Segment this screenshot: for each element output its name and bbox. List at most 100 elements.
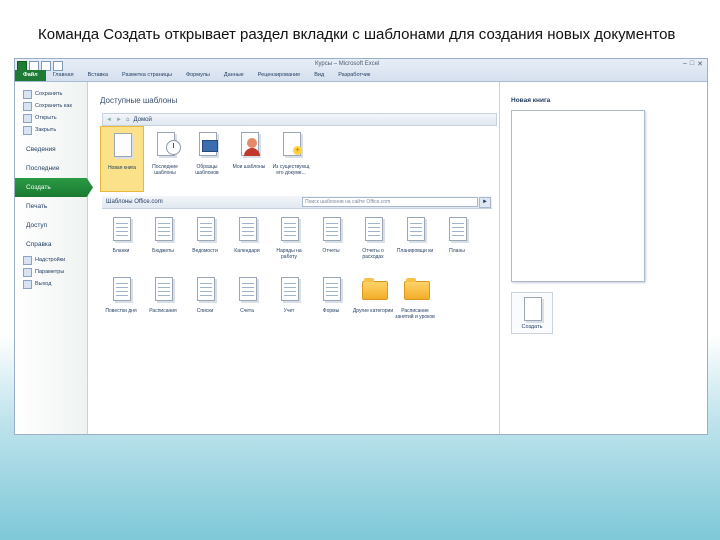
maximize-button[interactable]: □ — [690, 60, 694, 68]
exit-icon — [23, 279, 32, 289]
template-label: Расписание занятий и уроков — [395, 308, 435, 320]
office-template-tile[interactable]: Отчеты о расходах — [352, 215, 394, 271]
template-label: Отчеты о расходах — [362, 248, 384, 260]
office-templates-heading: Шаблоны Office.com — [106, 199, 163, 205]
templates-heading: Доступные шаблоны — [100, 96, 178, 105]
window-controls: – □ ✕ — [683, 60, 703, 68]
nav-save[interactable]: Сохранить — [15, 88, 87, 100]
office-template-tile[interactable]: Списки — [184, 275, 226, 331]
tab-view[interactable]: Вид — [307, 70, 331, 81]
nav-label: Выход — [35, 281, 52, 287]
nav-addins[interactable]: Надстройки — [15, 254, 87, 266]
template-label: Повестки дня — [105, 308, 137, 314]
office-template-tile[interactable]: Наряды на работу — [268, 215, 310, 271]
office-template-tile[interactable]: Расписание занятий и уроков — [394, 275, 436, 331]
office-template-tile[interactable]: Отчеты — [310, 215, 352, 271]
nav-save-as[interactable]: Сохранить как — [15, 100, 87, 112]
title-bar: Курсы – Microsoft Excel – □ ✕ Файл Главн… — [15, 59, 707, 82]
template-from-existing[interactable]: + Из существующ его докуме... — [270, 126, 312, 190]
options-icon — [23, 267, 32, 277]
nav-recent[interactable]: Последние — [15, 159, 87, 178]
forms-icon — [111, 217, 131, 244]
template-navigation-bar: ◄ ► ⌂ Домой — [102, 113, 497, 126]
office-template-tile[interactable]: Другие категории — [352, 275, 394, 331]
accounting-icon — [279, 277, 299, 304]
template-label: Ведомости — [192, 248, 218, 254]
clock-icon — [166, 140, 181, 155]
office-template-tile[interactable]: Бюджеты — [142, 215, 184, 271]
template-my[interactable]: Мои шаблоны — [228, 126, 270, 190]
template-label: Последние шаблоны — [152, 164, 178, 176]
office-template-tile[interactable]: Календари — [226, 215, 268, 271]
tab-review[interactable]: Рецензирование — [251, 70, 307, 81]
tab-insert[interactable]: Вставка — [81, 70, 115, 81]
monitor-icon — [202, 140, 218, 152]
agendas-icon — [111, 277, 131, 304]
nav-label: Сохранить — [35, 91, 63, 97]
create-button[interactable]: Создать — [511, 292, 553, 334]
search-button[interactable]: ► — [479, 197, 491, 208]
template-label: Учет — [283, 308, 295, 314]
close-button[interactable]: ✕ — [697, 60, 703, 68]
tab-developer[interactable]: Разработчик — [331, 70, 377, 81]
template-label: Бланки — [112, 248, 130, 254]
office-template-tile[interactable]: Счета — [226, 275, 268, 331]
lists-icon — [195, 277, 215, 304]
nav-exit[interactable]: Выход — [15, 278, 87, 290]
nav-options[interactable]: Параметры — [15, 266, 87, 278]
tab-file[interactable]: Файл — [15, 70, 46, 81]
slide-caption: Команда Создать открывает раздел вкладки… — [38, 26, 676, 43]
tab-home[interactable]: Главная — [46, 70, 81, 81]
template-blank-workbook[interactable]: Новая книга — [100, 126, 144, 192]
window-title: Курсы – Microsoft Excel — [315, 61, 380, 67]
template-label: Планы — [449, 248, 465, 254]
statements-icon — [195, 217, 215, 244]
excel-window: Курсы – Microsoft Excel – □ ✕ Файл Главн… — [14, 58, 708, 435]
open-folder-icon — [23, 113, 32, 123]
office-template-tile[interactable]: Планы — [436, 215, 478, 271]
office-template-tile[interactable]: Формы — [310, 275, 352, 331]
office-template-tile[interactable]: Расписания — [142, 275, 184, 331]
office-template-tile[interactable]: Бланки — [100, 215, 142, 271]
nav-help[interactable]: Справка — [15, 235, 87, 254]
save-as-icon — [23, 101, 32, 111]
addins-icon — [23, 255, 32, 265]
nav-open[interactable]: Открыть — [15, 112, 87, 124]
office-template-tile[interactable]: Ведомости — [184, 215, 226, 271]
nav-location[interactable]: Домой — [134, 117, 152, 123]
planners-icon — [405, 217, 425, 244]
template-label: Из существующ его докуме... — [272, 164, 310, 176]
home-icon[interactable]: ⌂ — [126, 117, 130, 123]
tab-data[interactable]: Данные — [217, 70, 251, 81]
office-templates-grid: Бланки Бюджеты Ведомости Календари Наряды на… — [100, 215, 490, 331]
nav-new[interactable]: Создать — [15, 178, 93, 197]
template-samples[interactable]: Образцы шаблонов — [186, 126, 228, 190]
back-button[interactable]: ◄ — [106, 117, 112, 123]
minimize-button[interactable]: – — [683, 60, 687, 68]
pane-divider — [499, 82, 500, 434]
nav-label: Сохранить как — [35, 103, 72, 109]
template-label: Новая книга — [107, 165, 137, 171]
close-file-icon — [23, 125, 32, 135]
save-icon — [23, 89, 32, 99]
template-label: Формы — [322, 308, 340, 314]
office-template-tile[interactable]: Учет — [268, 275, 310, 331]
template-label: Счета — [240, 308, 254, 314]
work-orders-icon — [279, 217, 299, 244]
office-templates-bar: Шаблоны Office.com Поиск шаблонов на сай… — [102, 196, 492, 209]
template-label: Календари — [234, 248, 260, 254]
template-recent[interactable]: Последние шаблоны — [144, 126, 186, 190]
nav-print[interactable]: Печать — [15, 197, 87, 216]
nav-close[interactable]: Закрыть — [15, 124, 87, 136]
nav-label: Параметры — [35, 269, 65, 275]
template-search-input[interactable]: Поиск шаблонов на сайте Office.com — [302, 197, 478, 207]
tab-formulas[interactable]: Формулы — [179, 70, 217, 81]
new-document-icon — [524, 297, 542, 321]
office-template-tile[interactable]: Планировщи ки — [394, 215, 436, 271]
nav-share[interactable]: Доступ — [15, 216, 87, 235]
office-template-tile[interactable]: Повестки дня — [100, 275, 142, 331]
expense-reports-icon — [363, 217, 383, 244]
forward-button[interactable]: ► — [116, 117, 122, 123]
tab-page-layout[interactable]: Разметка страницы — [115, 70, 179, 81]
nav-info[interactable]: Сведения — [15, 140, 87, 159]
